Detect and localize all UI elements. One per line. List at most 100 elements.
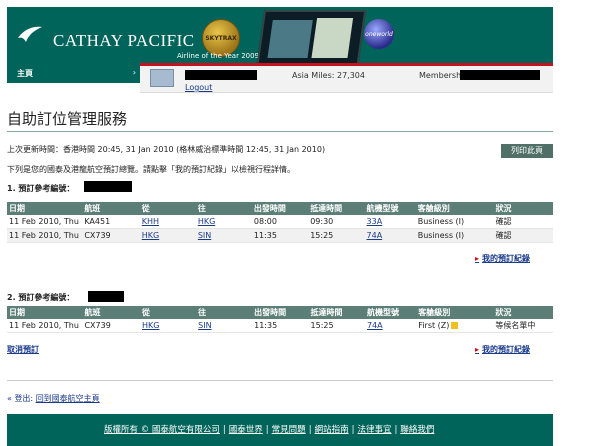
nav-home-link[interactable]: 主頁 ›	[7, 63, 140, 83]
asia-miles-balance: Asia Miles: 27,304	[292, 71, 365, 80]
cell-status: 等候名單中	[493, 319, 553, 333]
cell-date: 11 Feb 2010, Thu	[7, 319, 83, 333]
my-booking-label: 我的預訂紀錄	[482, 345, 531, 354]
cell-departure: 11:35	[251, 228, 309, 243]
col-departure: 出發時間	[252, 306, 309, 319]
cell-to-link[interactable]: SIN	[196, 319, 253, 333]
cell-date: 11 Feb 2010, Thu	[7, 215, 83, 229]
col-flight: 航班	[82, 202, 140, 215]
my-booking-label: 我的預訂紀錄	[482, 254, 531, 263]
footer-links: 版權所有 © 國泰航空有限公司 | 國泰世界 | 常見問題 | 網站指南 | 法律事宜 | 聯絡我們	[104, 423, 434, 435]
cell-to-link[interactable]: HKG	[195, 215, 252, 229]
cell-flight: CX739	[82, 319, 140, 333]
footer-link-cx-world[interactable]: 國泰世界	[229, 425, 263, 435]
asia-miles-card-icon	[150, 69, 174, 87]
redacted-booking-ref-2	[88, 291, 124, 302]
col-from: 從	[139, 202, 196, 215]
cell-aircraft-link[interactable]: 74A	[364, 319, 417, 333]
col-to: 往	[195, 202, 252, 215]
cell-arrival: 15:25	[308, 228, 365, 243]
footer-separator: |	[265, 425, 269, 435]
logout-link[interactable]: Logout	[185, 83, 212, 92]
booking-2-heading: 2. 預訂參考編號：	[7, 293, 75, 302]
header-banner: CATHAY PACIFIC SKYTRAX Airline of the Ye…	[7, 7, 553, 63]
cell-cabin-wrap: First (Z)	[416, 319, 494, 333]
booking-1-table: 日期 航班 從 往 出發時間 抵達時間 航機型號 客艙級別 狀況 11 Feb …	[7, 202, 553, 243]
col-to: 往	[196, 306, 253, 319]
col-cabin: 客艙級別	[416, 306, 494, 319]
oneworld-logo: oneworld	[364, 19, 394, 49]
booking-description: 下列是您的國泰及港龍航空預訂總覽。請點擊「我的預訂紀錄」以檢視行程詳情。	[7, 165, 295, 174]
cell-from-link[interactable]: KHH	[139, 215, 196, 229]
member-bar: Logout Asia Miles: 27,304 Membership No.…	[140, 66, 553, 93]
device-graphic	[255, 10, 367, 63]
footer-link-site-guide[interactable]: 網站指南	[315, 425, 349, 435]
col-date: 日期	[7, 306, 83, 319]
cell-from-link[interactable]: HKG	[139, 228, 196, 243]
triangle-right-icon: ▸	[475, 254, 480, 263]
col-departure: 出發時間	[251, 202, 309, 215]
footer-copyright-link[interactable]: 版權所有 © 國泰航空有限公司	[104, 425, 220, 435]
waitlist-info-icon[interactable]	[451, 322, 459, 329]
col-status: 狀況	[493, 306, 553, 319]
cell-cabin: First (Z)	[418, 321, 450, 330]
logout-home-line: « 登出: 回到國泰航空主頁	[7, 393, 100, 404]
last-update-text: 上次更新時間：香港時間 20:45, 31 Jan 2010 (格林威治標準時間…	[7, 145, 326, 154]
col-status: 狀況	[493, 202, 553, 215]
footer-link-faq[interactable]: 常見問題	[272, 425, 306, 435]
content-divider	[7, 380, 553, 381]
col-cabin: 客艙級別	[415, 202, 494, 215]
table-header-row: 日期 航班 從 往 出發時間 抵達時間 航機型號 客艙級別 狀況	[7, 202, 553, 215]
device-screen-right	[311, 18, 354, 58]
redacted-member-name	[185, 70, 257, 80]
table-row: 11 Feb 2010, Thu KA451 KHH HKG 08:00 09:…	[7, 215, 553, 229]
col-aircraft: 航機型號	[364, 202, 416, 215]
back-to-home-link[interactable]: 回到國泰航空主頁	[36, 394, 100, 403]
brushwing-logo-icon[interactable]	[17, 24, 43, 46]
cancel-booking-link[interactable]: 取消預訂	[7, 344, 39, 355]
my-booking-link-1[interactable]: ▸ 我的預訂紀錄	[475, 253, 530, 264]
col-arrival: 抵達時間	[308, 202, 365, 215]
device-screen-left	[267, 20, 313, 58]
cell-aircraft-link[interactable]: 74A	[364, 228, 416, 243]
title-divider	[7, 131, 553, 132]
print-page-button[interactable]: 列印此頁	[501, 144, 553, 158]
booking-1-heading: 1. 預訂參考編號：	[7, 184, 75, 193]
cell-flight: CX739	[82, 228, 140, 243]
cell-cabin: Business (I)	[415, 228, 494, 243]
footer-separator: |	[351, 425, 355, 435]
col-aircraft: 航機型號	[364, 306, 417, 319]
footer: 版權所有 © 國泰航空有限公司 | 國泰世界 | 常見問題 | 網站指南 | 法律事宜 | 聯絡我們	[7, 414, 553, 446]
col-arrival: 抵達時間	[308, 306, 365, 319]
footer-link-legal[interactable]: 法律事宜	[357, 425, 391, 435]
cell-flight: KA451	[82, 215, 140, 229]
table-header-row: 日期 航班 從 往 出發時間 抵達時間 航機型號 客艙級別 狀況	[7, 306, 553, 319]
cell-from-link[interactable]: HKG	[140, 319, 197, 333]
page-title: 自助訂位管理服務	[7, 110, 128, 128]
nav-bar: 主頁 › Logout Asia Miles: 27,304 Membershi…	[7, 63, 553, 95]
brand-name[interactable]: CATHAY PACIFIC	[53, 31, 195, 51]
cell-date: 11 Feb 2010, Thu	[7, 228, 83, 243]
cell-arrival: 15:25	[308, 319, 365, 333]
cell-status: 確認	[493, 215, 553, 229]
booking-2-table: 日期 航班 從 往 出發時間 抵達時間 航機型號 客艙級別 狀況 11 Feb …	[7, 306, 553, 333]
cell-departure: 08:00	[251, 215, 309, 229]
cell-to-link[interactable]: SIN	[195, 228, 252, 243]
footer-link-contact[interactable]: 聯絡我們	[400, 425, 434, 435]
my-booking-link-2[interactable]: ▸ 我的預訂紀錄	[475, 344, 530, 355]
cell-aircraft-link[interactable]: 33A	[364, 215, 416, 229]
logout-prefix: « 登出:	[7, 394, 36, 403]
triangle-right-icon: ▸	[475, 345, 480, 354]
cell-status: 確認	[493, 228, 553, 243]
redacted-booking-ref-1	[84, 181, 132, 192]
chevron-right-icon: ›	[132, 68, 136, 77]
nav-home-label: 主頁	[17, 69, 33, 78]
footer-separator: |	[308, 425, 312, 435]
table-row: 11 Feb 2010, Thu CX739 HKG SIN 11:35 15:…	[7, 228, 553, 243]
col-from: 從	[140, 306, 197, 319]
cell-arrival: 09:30	[308, 215, 365, 229]
redacted-membership-number	[460, 70, 540, 80]
footer-separator: |	[222, 425, 226, 435]
cell-departure: 11:35	[252, 319, 309, 333]
col-flight: 航班	[82, 306, 140, 319]
